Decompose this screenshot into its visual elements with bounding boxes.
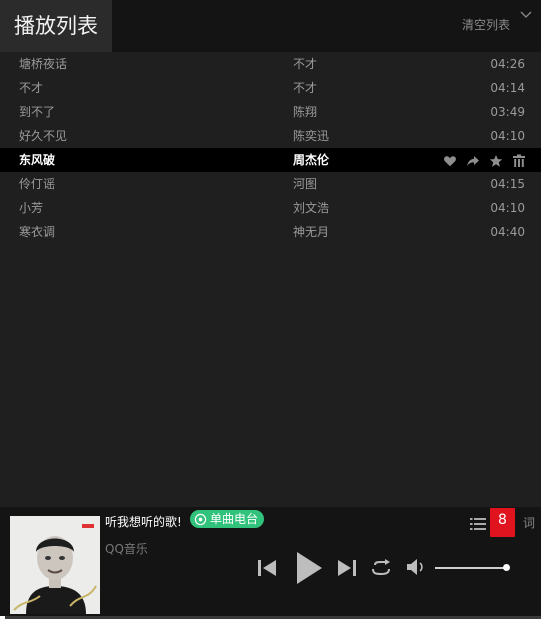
heart-icon[interactable] <box>443 152 457 167</box>
artist-name[interactable]: 周杰伦 <box>293 148 329 172</box>
duration: 03:49 <box>490 105 525 119</box>
song-name: 东风破 <box>19 153 56 167</box>
artist-name[interactable]: 陈翔 <box>293 100 317 124</box>
table-row[interactable]: 伶仃谣 河图 04:15 <box>0 172 541 196</box>
volume-icon[interactable] <box>406 558 426 576</box>
playlist: 塘桥夜话 不才 04:26 不才 不才 04:14 到不了 陈翔 03:49 好… <box>0 52 541 244</box>
table-row[interactable]: 好久不见 陈奕迅 04:10 <box>0 124 541 148</box>
song-name: 到不了 <box>19 105 56 119</box>
play-icon[interactable] <box>295 551 323 585</box>
prev-icon[interactable] <box>257 559 277 577</box>
song-name: 好久不见 <box>19 129 68 143</box>
artist-name[interactable]: 不才 <box>293 52 317 76</box>
duration: 04:40 <box>490 225 525 239</box>
row-actions <box>443 152 526 167</box>
repeat-icon[interactable] <box>370 559 392 577</box>
share-icon[interactable] <box>466 152 480 166</box>
artist-name[interactable]: 河图 <box>293 172 317 196</box>
playlist-count-badge[interactable]: 8 <box>490 508 515 537</box>
table-row[interactable]: 到不了 陈翔 03:49 <box>0 100 541 124</box>
artist-name[interactable]: 陈奕迅 <box>293 124 329 148</box>
single-radio-button[interactable]: 单曲电台 <box>190 510 265 528</box>
duration: 04:26 <box>490 57 525 71</box>
now-playing-title[interactable]: 听我想听的歌! <box>105 513 182 530</box>
album-cover[interactable] <box>10 516 100 614</box>
radio-icon <box>194 513 207 525</box>
duration: 04:15 <box>490 177 525 191</box>
table-row-playing[interactable]: 东风破 周杰伦 <box>0 148 541 172</box>
now-playing-artist[interactable]: QQ音乐 <box>105 540 148 557</box>
next-icon[interactable] <box>337 559 357 577</box>
player-bar: 听我想听的歌! 单曲电台 QQ音乐 8 词 <box>0 507 541 619</box>
delete-icon[interactable] <box>512 152 526 167</box>
artist-name[interactable]: 不才 <box>293 76 317 100</box>
artist-name[interactable]: 刘文浩 <box>293 196 329 220</box>
song-name: 塘桥夜话 <box>19 57 68 71</box>
song-name: 不才 <box>19 81 44 95</box>
table-row[interactable]: 塘桥夜话 不才 04:26 <box>0 52 541 76</box>
table-row[interactable]: 不才 不才 04:14 <box>0 76 541 100</box>
duration: 04:10 <box>490 129 525 143</box>
song-name: 寒衣调 <box>19 225 56 239</box>
artist-name[interactable]: 神无月 <box>293 220 329 244</box>
volume-slider-handle[interactable] <box>503 564 510 571</box>
star-icon[interactable] <box>489 152 503 167</box>
playlist-header: 播放列表 清空列表 <box>0 0 541 52</box>
table-row[interactable]: 寒衣调 神无月 04:40 <box>0 220 541 244</box>
radio-label: 单曲电台 <box>210 512 259 526</box>
volume-slider[interactable] <box>435 567 506 569</box>
song-name: 小芳 <box>19 201 44 215</box>
song-name: 伶仃谣 <box>19 177 56 191</box>
duration: 04:14 <box>490 81 525 95</box>
list-icon[interactable] <box>470 517 486 531</box>
clear-list-button[interactable]: 清空列表 <box>462 16 510 33</box>
chevron-down-icon[interactable] <box>520 11 532 19</box>
duration: 04:10 <box>490 201 525 215</box>
lyrics-button[interactable]: 词 <box>523 514 535 531</box>
page-title: 播放列表 <box>0 0 112 52</box>
table-row[interactable]: 小芳 刘文浩 04:10 <box>0 196 541 220</box>
